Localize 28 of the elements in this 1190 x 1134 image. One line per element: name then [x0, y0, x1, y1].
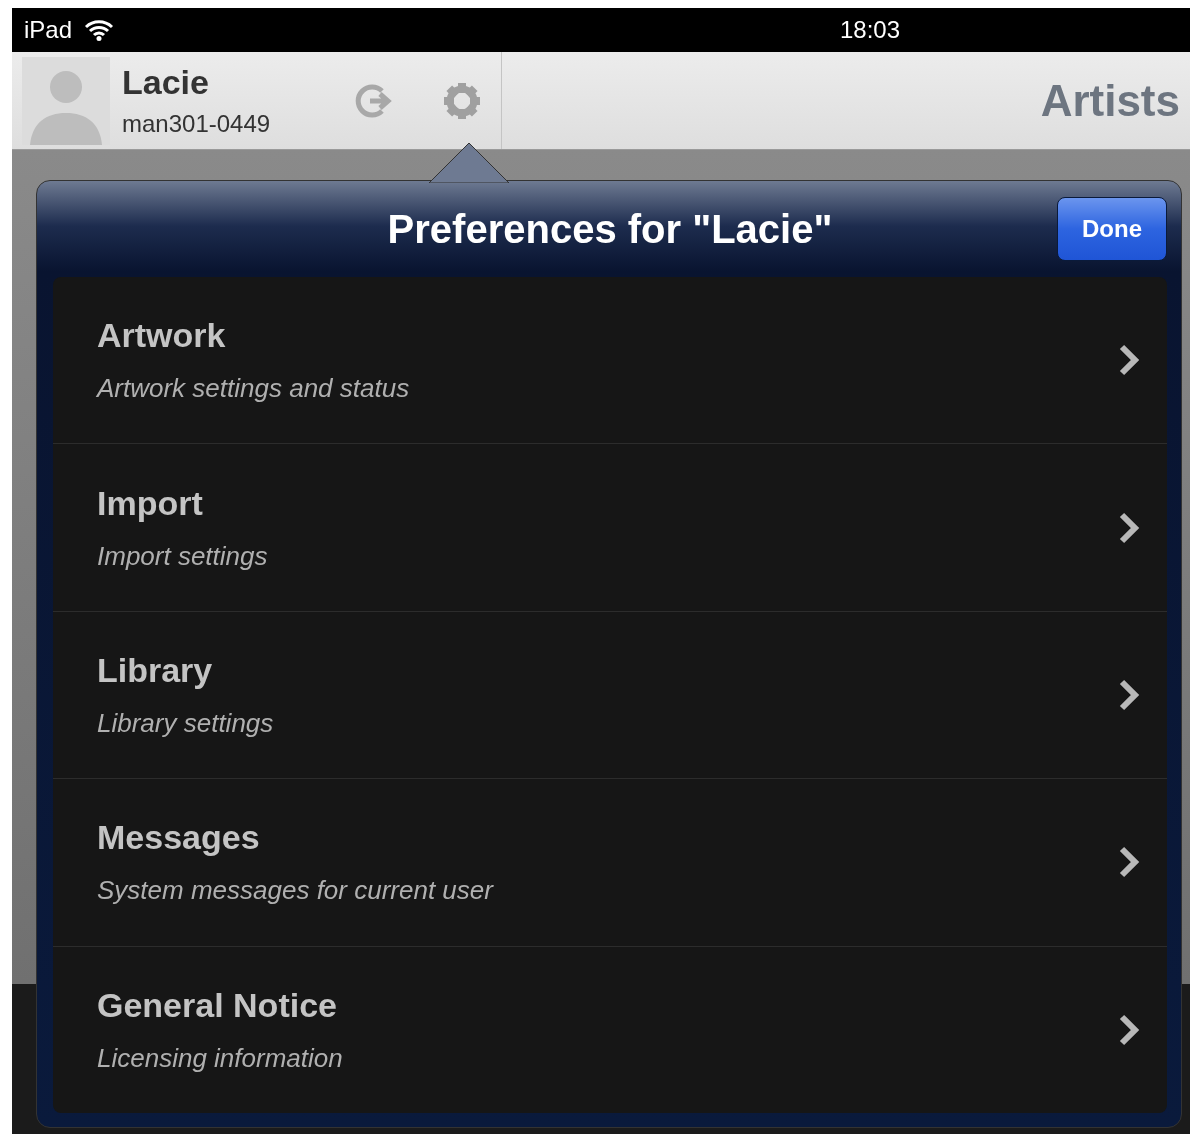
chevron-icon: [1117, 845, 1141, 880]
row-title: Import: [97, 483, 204, 523]
chevron-icon: [1117, 510, 1141, 545]
wifi-icon: [84, 19, 115, 41]
row-subtitle: System messages for current user: [97, 875, 495, 907]
clock-time: 18:03: [839, 16, 900, 44]
done-button[interactable]: Done: [1057, 197, 1167, 261]
row-title: Artwork: [97, 316, 227, 356]
user-id: man301-0449: [122, 110, 272, 138]
row-subtitle: Library settings: [97, 708, 275, 739]
chevron-icon: [1117, 1012, 1141, 1047]
chevron-icon: [1117, 678, 1141, 712]
preference-row[interactable]: Messages System messages for current user: [53, 778, 1167, 946]
row-subtitle: Licensing information: [97, 1042, 344, 1074]
preference-row[interactable]: General Notice Licensing information: [53, 945, 1167, 1113]
row-title: Messages: [97, 818, 261, 858]
page-title: Artists: [1040, 75, 1180, 126]
device-name: iPad: [24, 16, 73, 44]
row-subtitle: Artwork settings and status: [97, 373, 411, 405]
chevron-icon: [1117, 343, 1141, 378]
user-name: Lacie: [122, 63, 210, 102]
preference-row[interactable]: Library Library settings: [53, 610, 1167, 779]
preference-row[interactable]: Import Import settings: [53, 443, 1167, 611]
row-subtitle: Import settings: [97, 540, 269, 572]
preference-row[interactable]: Artwork Artwork settings and status: [53, 277, 1167, 444]
popover-title: Preferences for "Lacie": [387, 206, 833, 252]
row-title: General Notice: [97, 985, 338, 1025]
row-title: Library: [97, 651, 214, 690]
